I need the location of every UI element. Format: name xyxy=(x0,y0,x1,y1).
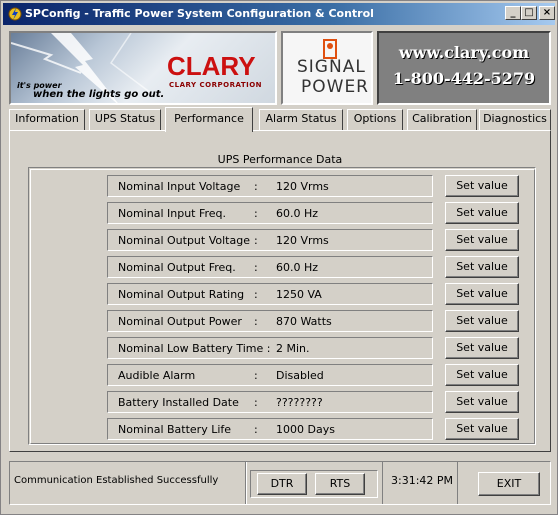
phone-text: 1-800-442-5279 xyxy=(392,69,536,88)
row-colon: : xyxy=(254,180,258,193)
tab-calibration[interactable]: Calibration xyxy=(407,109,477,130)
set-value-button-low-battery-time[interactable]: Set value xyxy=(445,337,519,359)
close-button[interactable]: × xyxy=(539,6,555,20)
performance-group: Nominal Input Voltage : 120 Vrms Set val… xyxy=(28,167,536,445)
app-icon xyxy=(8,7,22,21)
row-colon: : xyxy=(254,315,258,328)
signal-text: SIGNAL xyxy=(297,57,366,77)
row-label: Nominal Output Rating xyxy=(118,288,245,301)
data-row-input-voltage: Nominal Input Voltage : 120 Vrms xyxy=(107,175,433,197)
banner: CLARY CLARY CORPORATION it's power when … xyxy=(9,31,551,105)
clock-box: 3:31:42 PM xyxy=(382,462,458,504)
performance-group-inner: Nominal Input Voltage : 120 Vrms Set val… xyxy=(30,169,535,444)
data-row-output-power: Nominal Output Power : 870 Watts xyxy=(107,310,433,332)
row-colon: : xyxy=(254,261,258,274)
tab-ups-status[interactable]: UPS Status xyxy=(89,109,161,130)
set-value-button-output-voltage[interactable]: Set value xyxy=(445,229,519,251)
row-label: Nominal Battery Life xyxy=(118,423,232,436)
data-row-battery-life: Nominal Battery Life : 1000 Days xyxy=(107,418,433,440)
rts-button[interactable]: RTS xyxy=(315,473,365,495)
data-row-output-freq: Nominal Output Freq. : 60.0 Hz xyxy=(107,256,433,278)
set-value-button-output-rating[interactable]: Set value xyxy=(445,283,519,305)
row-value: 870 Watts xyxy=(276,315,332,328)
set-value-button-output-power[interactable]: Set value xyxy=(445,310,519,332)
row-value: 120 Vrms xyxy=(276,234,329,247)
row-label: Nominal Output Voltage xyxy=(118,234,250,247)
set-value-button-output-freq[interactable]: Set value xyxy=(445,256,519,278)
row-label: Nominal Output Freq. xyxy=(118,261,236,274)
data-row-low-battery-time: Nominal Low Battery Time : 2 Min. xyxy=(107,337,433,359)
window-title: SPConfig - Traffic Power System Configur… xyxy=(25,7,374,20)
tab-information[interactable]: Information xyxy=(9,109,85,130)
row-value: Disabled xyxy=(276,369,324,382)
signal-lines-box: DTR RTS xyxy=(250,470,378,498)
clary-logo: CLARY CLARY CORPORATION it's power when … xyxy=(9,31,277,105)
contact-panel: www.clary.com 1-800-442-5279 xyxy=(377,31,551,105)
tab-alarm-status[interactable]: Alarm Status xyxy=(259,109,343,130)
set-value-button-battery-life[interactable]: Set value xyxy=(445,418,519,440)
row-value: 60.0 Hz xyxy=(276,207,319,220)
dtr-button[interactable]: DTR xyxy=(257,473,307,495)
row-colon: : xyxy=(254,423,258,436)
data-row-output-rating: Nominal Output Rating : 1250 VA xyxy=(107,283,433,305)
row-colon: : xyxy=(254,396,258,409)
clock-time: 3:31:42 PM xyxy=(391,474,454,487)
status-message: Communication Established Successfully xyxy=(14,475,219,486)
row-label: Battery Installed Date xyxy=(118,396,239,409)
status-message-box: Communication Established Successfully xyxy=(10,462,246,504)
row-value: ???????? xyxy=(276,396,323,409)
data-row-input-freq: Nominal Input Freq. : 60.0 Hz xyxy=(107,202,433,224)
clary-corp-text: CLARY CORPORATION xyxy=(169,81,263,89)
tab-diagnostics[interactable]: Diagnostics xyxy=(479,109,551,130)
website-text: www.clary.com xyxy=(398,43,530,62)
row-label: Nominal Output Power xyxy=(118,315,242,328)
data-row-output-voltage: Nominal Output Voltage : 120 Vrms xyxy=(107,229,433,251)
row-label: Nominal Input Voltage xyxy=(118,180,241,193)
performance-panel: UPS Performance Data Nominal Input Volta… xyxy=(9,130,551,452)
tab-options[interactable]: Options xyxy=(347,109,403,130)
signal-mark-icon xyxy=(323,39,337,59)
power-text: POWER xyxy=(301,77,369,97)
set-value-button-input-voltage[interactable]: Set value xyxy=(445,175,519,197)
tagline-line-2: when the lights go out. xyxy=(33,89,165,100)
row-colon: : xyxy=(254,207,258,220)
data-row-audible-alarm: Audible Alarm : Disabled xyxy=(107,364,433,386)
exit-button[interactable]: EXIT xyxy=(478,472,540,496)
row-colon: : xyxy=(254,288,258,301)
row-value: 120 Vrms xyxy=(276,180,329,193)
row-label: Nominal Low Battery Time : xyxy=(118,342,271,355)
row-value: 2 Min. xyxy=(276,342,310,355)
row-colon: : xyxy=(254,234,258,247)
row-label: Nominal Input Freq. xyxy=(118,207,227,220)
row-value: 1250 VA xyxy=(276,288,322,301)
main-window: SPConfig - Traffic Power System Configur… xyxy=(0,0,558,515)
clary-wordmark-text: CLARY xyxy=(167,53,256,77)
group-title: UPS Performance Data xyxy=(217,153,343,166)
row-label: Audible Alarm xyxy=(118,369,196,382)
row-colon: : xyxy=(254,369,258,382)
tab-performance[interactable]: Performance xyxy=(165,107,253,132)
data-row-battery-installed-date: Battery Installed Date : ???????? xyxy=(107,391,433,413)
row-value: 60.0 Hz xyxy=(276,261,319,274)
signal-power-logo: SIGNAL POWER xyxy=(281,31,373,105)
title-bar[interactable]: SPConfig - Traffic Power System Configur… xyxy=(3,3,555,25)
minimize-button[interactable]: _ xyxy=(505,6,521,20)
set-value-button-battery-installed-date[interactable]: Set value xyxy=(445,391,519,413)
set-value-button-input-freq[interactable]: Set value xyxy=(445,202,519,224)
row-value: 1000 Days xyxy=(276,423,335,436)
maximize-button[interactable]: □ xyxy=(521,6,537,20)
status-bar: Communication Established Successfully D… xyxy=(9,461,551,505)
set-value-button-audible-alarm[interactable]: Set value xyxy=(445,364,519,386)
clary-wordmark: CLARY xyxy=(167,53,256,77)
